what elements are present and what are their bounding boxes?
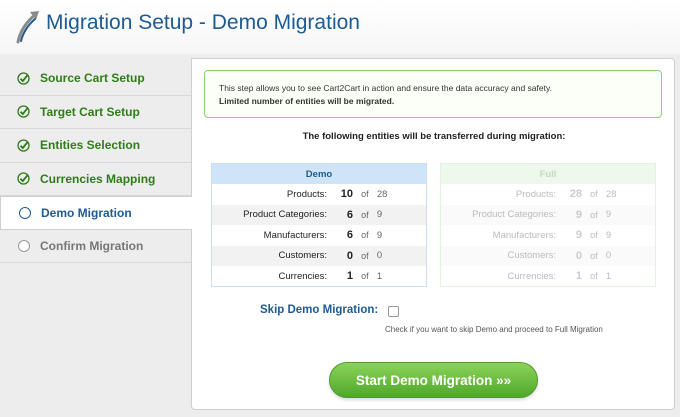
entity-total: 0 (605, 245, 656, 266)
check-icon (17, 105, 30, 118)
of-label: of (352, 266, 377, 287)
step-label: Currencies Mapping (40, 171, 156, 186)
entity-total: 9 (605, 204, 656, 225)
step-demo-migration[interactable]: Demo Migration (0, 196, 192, 230)
entity-label: Product Categories: (440, 204, 563, 225)
of-label: of (352, 225, 377, 246)
entity-value: 10 (333, 184, 353, 205)
table-row: Product Categories: 6 of 9 (211, 204, 427, 225)
entity-total: 28 (605, 188, 617, 200)
entity-value: 9 (562, 204, 582, 225)
of-label: of (590, 189, 598, 200)
entity-value: 0 (562, 245, 582, 266)
table-row: Products: 10 of 28 (211, 184, 427, 205)
entity-total: 1 (605, 270, 612, 282)
entity-label: Customers: (211, 245, 334, 266)
step-entities-selection[interactable]: Entities Selection (0, 129, 191, 163)
step-confirm-migration[interactable]: Confirm Migration (0, 230, 191, 263)
skip-demo-checkbox[interactable] (388, 306, 399, 317)
table-row: Products: 28 of 28 (441, 184, 656, 205)
steps-sidebar: Source Cart Setup Target Cart Setup Enti… (0, 62, 192, 263)
main-panel: This step allows you to see Cart2Cart in… (191, 58, 675, 410)
of-label: of (581, 245, 606, 266)
entity-value: 1 (333, 266, 353, 287)
skip-demo-label: Skip Demo Migration: (260, 304, 379, 316)
entity-value: 6 (333, 204, 353, 225)
table-row: Currencies: 1 of 1 (441, 266, 656, 287)
entity-total: 28 (376, 184, 427, 205)
entity-value: 9 (575, 229, 582, 242)
page-header: Migration Setup - Demo Migration (0, 0, 680, 54)
entity-total: 9 (376, 225, 427, 246)
step-label: Entities Selection (40, 138, 141, 153)
entity-value: 6 (333, 225, 353, 246)
entities-subtitle: The following entities will be transferr… (302, 131, 566, 142)
step-currencies-mapping[interactable]: Currencies Mapping (0, 163, 191, 196)
step-target-cart-setup[interactable]: Target Cart Setup (0, 96, 191, 129)
entity-label: Customers: (440, 245, 563, 266)
of-label: of (590, 230, 598, 241)
entity-total: 1 (376, 266, 427, 287)
check-icon (17, 139, 30, 152)
step-source-cart-setup[interactable]: Source Cart Setup (0, 62, 191, 96)
entity-label: Products: (515, 188, 557, 200)
entity-total: 9 (605, 229, 612, 241)
demo-table-header: Demo (211, 163, 427, 184)
full-table-header: Full (440, 163, 656, 184)
of-label: of (352, 184, 377, 205)
step-label: Target Cart Setup (40, 104, 140, 119)
radio-ring-icon (18, 206, 31, 219)
table-row: Customers: 0 of 0 (211, 245, 427, 266)
of-label: of (581, 204, 606, 225)
step-label: Confirm Migration (40, 238, 144, 253)
check-icon (17, 72, 30, 85)
check-icon (17, 172, 30, 185)
info-notice: This step allows you to see Cart2Cart in… (204, 70, 662, 118)
start-demo-migration-button[interactable]: Start Demo Migration »» (329, 362, 538, 398)
entity-label: Currencies: (211, 266, 334, 287)
radio-ring-icon (17, 239, 30, 252)
table-row: Manufacturers: 9 of 9 (441, 225, 656, 246)
entity-total: 0 (376, 245, 427, 266)
table-row: Currencies: 1 of 1 (211, 266, 427, 287)
entity-value: 1 (575, 270, 582, 282)
entity-value: 28 (569, 188, 582, 201)
table-row: Product Categories: 9 of 9 (440, 204, 656, 225)
full-entities-table: Full Products: 28 of 28 Product Categori… (440, 163, 656, 287)
skip-demo-hint: Check if you want to skip Demo and proce… (385, 325, 603, 334)
entity-label: Product Categories: (211, 204, 334, 225)
page-title: Migration Setup - Demo Migration (46, 11, 360, 34)
of-label: of (352, 204, 377, 225)
step-label: Source Cart Setup (40, 71, 145, 86)
table-row: Manufacturers: 6 of 9 (211, 225, 427, 246)
entity-total: 9 (376, 204, 427, 225)
entity-label: Manufacturers: (211, 225, 334, 246)
arrow-logo-icon (16, 11, 39, 44)
entity-label: Currencies: (507, 270, 557, 282)
step-label: Demo Migration (41, 205, 132, 220)
entity-label: Manufacturers: (492, 229, 557, 241)
notice-bold-text: Limited number of entities will be migra… (219, 96, 395, 106)
demo-entities-table: Demo Products: 10 of 28 Product Categori… (211, 163, 427, 287)
table-row: Customers: 0 of 0 (440, 245, 656, 266)
entity-label: Products: (211, 184, 334, 205)
notice-text: This step allows you to see Cart2Cart in… (219, 83, 552, 93)
of-label: of (590, 271, 598, 281)
entity-value: 0 (333, 245, 353, 266)
of-label: of (352, 245, 377, 266)
